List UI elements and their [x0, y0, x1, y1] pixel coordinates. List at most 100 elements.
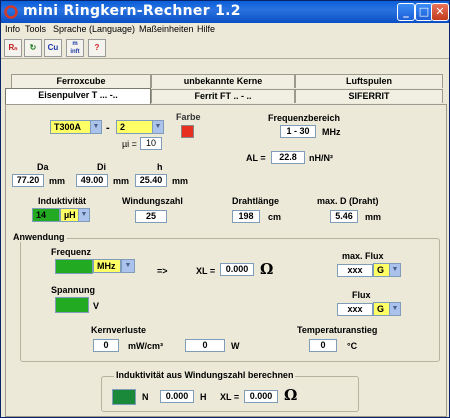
minimize-button[interactable]: _ [397, 3, 415, 21]
maxflux-unit-select[interactable]: G ▼ [373, 263, 401, 277]
calc-xl-value: 0.000 [244, 390, 278, 403]
farbe-label: Farbe [176, 112, 201, 122]
calc-ohm-icon: Ω [284, 386, 298, 404]
watt-unit: W [231, 341, 240, 351]
tab-unbekannte-kerne[interactable]: unbekannte Kerne [151, 74, 295, 88]
chevron-down-icon: ▼ [389, 303, 400, 315]
core-type-value: T300A [54, 122, 82, 132]
mui-label: µi = [122, 139, 137, 149]
xl-label: XL = [196, 266, 216, 276]
di-label: Di [97, 162, 106, 172]
drahtlaenge-label: Drahtlänge [232, 196, 280, 206]
al-unit: nH/N² [309, 153, 333, 163]
flux-unit-select[interactable]: G ▼ [373, 302, 401, 316]
frequenzbereich-label: Frequenzbereich [268, 113, 341, 123]
tab-strip: Ferroxcube unbekannte Kerne Luftspulen E… [1, 74, 450, 104]
windungszahl-label: Windungszahl [122, 196, 183, 206]
calc-h-unit: H [200, 392, 207, 402]
tab-siferrit[interactable]: SIFERRIT [295, 89, 443, 103]
toolbar-refresh-button[interactable]: ↻ [24, 39, 42, 57]
induktivitaet-value: 14 [36, 210, 47, 220]
core-type-select[interactable]: T300A ▼ [50, 120, 102, 134]
da-label: Da [37, 162, 49, 172]
tab-ferrit[interactable]: Ferrit FT .. - .. [151, 89, 295, 103]
maxflux-value: xxx [337, 264, 373, 277]
mui-value: 10 [140, 137, 162, 150]
frequenz-unit-value: MHz [97, 261, 116, 271]
kernverluste-value: 0 [93, 339, 119, 352]
chevron-down-icon: ▼ [389, 264, 400, 276]
menu-hilfe[interactable]: Hilfe [197, 24, 215, 34]
drahtlaenge-unit: cm [268, 212, 282, 222]
calc-h-value: 0.000 [160, 390, 194, 403]
da-value: 77.20 [12, 174, 44, 187]
h-unit: mm [172, 176, 189, 186]
core-color-swatch [181, 125, 194, 138]
frequenz-label: Frequenz [51, 247, 92, 257]
anwendung-legend: Anwendung [11, 232, 67, 242]
arrow-label: => [157, 266, 168, 276]
frequenzbereich-value: 1 - 30 [280, 125, 316, 138]
drahtlaenge-value: 198 [232, 210, 260, 223]
frequenz-unit-select[interactable]: MHz [93, 259, 121, 273]
induktivitaet-label: Induktivität [38, 196, 87, 206]
toolbar-help-button[interactable]: ? [88, 39, 106, 57]
menu-sprache[interactable]: Sprache (Language) [53, 24, 135, 34]
toolbar-cu-button[interactable]: Cu [44, 39, 62, 57]
toolbar: Rₙ ↻ Cu m inft ? [1, 37, 449, 59]
flux-unit-value: G [377, 304, 385, 314]
spannung-unit: V [93, 301, 100, 311]
induktivitaet-unit-select[interactable]: µH ▼ [60, 208, 90, 222]
core-mix-select[interactable]: 2 ▼ [116, 120, 164, 134]
di-unit: mm [113, 176, 130, 186]
tab-luftspulen[interactable]: Luftspulen [295, 74, 443, 88]
xl-value: 0.000 [220, 263, 254, 276]
frequenz-input[interactable] [55, 259, 93, 274]
menu-tools[interactable]: Tools [25, 24, 46, 34]
menu-masseinheiten[interactable]: Maßeinheiten [139, 24, 194, 34]
frequenz-unit-dropdown[interactable]: ▼ [121, 259, 135, 273]
windungszahl-value: 25 [135, 210, 167, 223]
n-label: N [142, 392, 149, 402]
anwendung-group: Anwendung Frequenz MHz ▼ => XL = 0.000 Ω… [11, 232, 440, 362]
al-label: AL = [246, 153, 266, 163]
flux-value: xxx [337, 303, 373, 316]
maxd-label: max. D (Draht) [317, 196, 379, 206]
close-icon: ✕ [435, 5, 445, 18]
kernverluste-unit: mW/cm³ [128, 341, 164, 351]
spannung-input[interactable] [55, 297, 89, 313]
toolbar-m-inft-button[interactable]: m inft [66, 39, 84, 57]
maxd-unit: mm [365, 212, 382, 222]
close-button[interactable]: ✕ [431, 3, 449, 21]
core-mix-value: 2 [120, 122, 126, 132]
temperaturanstieg-label: Temperaturanstieg [297, 325, 378, 335]
title-bar[interactable]: mini Ringkern-Rechner 1.2 _ □ ✕ [1, 1, 449, 23]
toolbar-rn-button[interactable]: Rₙ [4, 39, 22, 57]
kernverluste-label: Kernverluste [91, 325, 147, 335]
app-icon [4, 5, 18, 19]
frequenzbereich-unit: MHz [322, 127, 341, 137]
h-value: 25.40 [135, 174, 167, 187]
windungszahl-n-input[interactable] [112, 389, 136, 405]
watt-value: 0 [185, 339, 225, 352]
chevron-down-icon: ▼ [122, 260, 134, 272]
induktivitaet-unit-value: µH [64, 210, 76, 220]
maxd-value: 5.46 [330, 210, 358, 223]
menu-info[interactable]: Info [5, 24, 20, 34]
chevron-down-icon: ▼ [90, 121, 101, 133]
tab-ferroxcube[interactable]: Ferroxcube [11, 74, 151, 88]
flux-label: Flux [352, 290, 371, 300]
chevron-down-icon: ▼ [152, 121, 163, 133]
induktivitaet-input[interactable]: 14 [32, 208, 60, 222]
window-title: mini Ringkern-Rechner 1.2 [23, 3, 241, 19]
menu-bar: Info Tools Sprache (Language) Maßeinheit… [1, 23, 449, 37]
da-unit: mm [49, 176, 66, 186]
dash-separator: - [106, 122, 110, 134]
eisenpulver-panel: T300A ▼ - 2 ▼ µi = 10 Farbe Frequenzbere… [5, 104, 447, 417]
al-value: 22.8 [271, 151, 305, 164]
minimize-icon: _ [403, 5, 409, 18]
spannung-label: Spannung [51, 285, 95, 295]
tab-eisenpulver[interactable]: Eisenpulver T ... -.. [5, 88, 151, 104]
app-window: mini Ringkern-Rechner 1.2 _ □ ✕ Info Too… [0, 0, 450, 418]
calc-legend: Induktivität aus Windungszahl berechnen [114, 370, 296, 380]
